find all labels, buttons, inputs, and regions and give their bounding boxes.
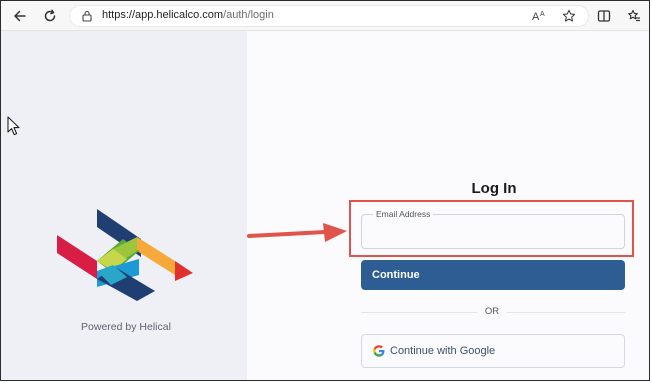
red-arrow-annotation: [247, 223, 347, 242]
continue-with-google-button[interactable]: Continue with Google: [361, 334, 625, 368]
svg-text:A: A: [532, 11, 540, 23]
address-bar[interactable]: https://app.helicalco.com/auth/login A A: [69, 5, 589, 27]
annotation-highlight-box: [349, 200, 634, 257]
refresh-button[interactable]: [39, 5, 61, 27]
mouse-cursor-icon: [7, 116, 20, 136]
continue-button[interactable]: Continue: [361, 260, 625, 290]
url-text: https://app.helicalco.com/auth/login: [102, 9, 274, 21]
browser-toolbar: https://app.helicalco.com/auth/login A A: [1, 1, 649, 31]
favorites-list-icon: [628, 9, 640, 22]
screenshot-frame: https://app.helicalco.com/auth/login A A: [0, 0, 650, 381]
split-screen-icon: [597, 10, 611, 22]
google-icon: [373, 345, 385, 357]
favorites-button[interactable]: [623, 5, 645, 27]
back-button[interactable]: [9, 5, 31, 27]
read-aloud-icon[interactable]: A A: [532, 9, 548, 26]
url-path: /auth/login: [223, 9, 274, 21]
url-host: https://app.helicalco.com: [102, 9, 224, 21]
google-button-label: Continue with Google: [390, 345, 496, 357]
refresh-icon: [44, 9, 56, 22]
star-icon[interactable]: [562, 9, 576, 23]
back-arrow-icon: [14, 10, 26, 22]
svg-text:A: A: [540, 11, 545, 18]
split-screen-button[interactable]: [593, 5, 615, 27]
or-label: OR: [477, 306, 507, 317]
page-title: Log In: [471, 180, 517, 197]
lock-icon[interactable]: [80, 9, 94, 23]
helical-logo: [57, 209, 193, 301]
powered-by-text: Powered by Helical: [81, 321, 171, 333]
